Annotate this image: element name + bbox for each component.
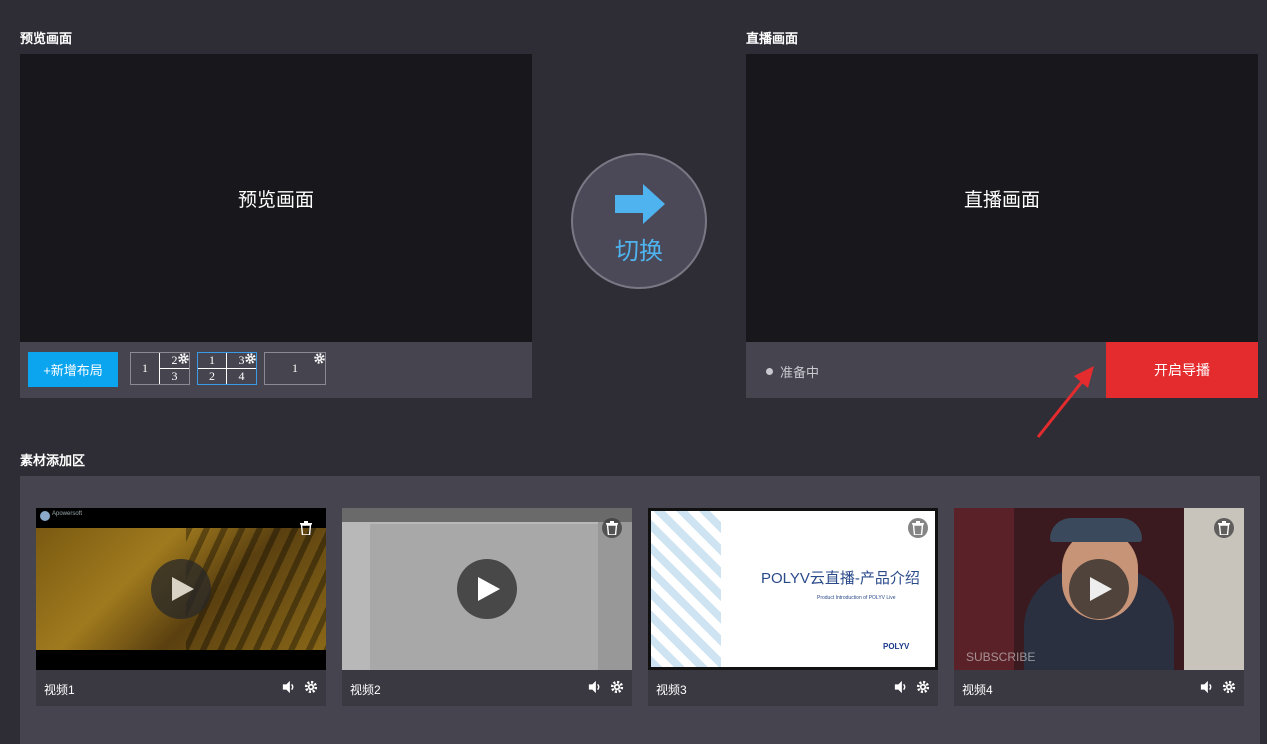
- app-logo-icon: [40, 511, 50, 521]
- annotation-arrow-icon: [1036, 366, 1094, 438]
- delete-button[interactable]: [908, 518, 928, 538]
- thumb-watermark: Apowersoft: [52, 511, 83, 517]
- thumb-brand: POLYV: [883, 642, 910, 651]
- material-thumbnail[interactable]: POLYV云直播-产品介绍 Product Introduction of PO…: [648, 508, 938, 670]
- material-name: 视频1: [44, 683, 75, 697]
- live-status-text: 准备中: [780, 365, 820, 380]
- play-button[interactable]: [151, 559, 211, 619]
- trash-icon: [606, 521, 618, 535]
- trash-icon: [300, 521, 312, 535]
- live-status: 准备中: [766, 362, 819, 381]
- gear-icon[interactable]: [313, 352, 326, 365]
- play-button[interactable]: [1069, 559, 1129, 619]
- delete-button[interactable]: [1214, 518, 1234, 538]
- layout-cell: 2: [198, 369, 227, 384]
- volume-icon[interactable]: [1200, 680, 1214, 694]
- volume-icon[interactable]: [588, 680, 602, 694]
- status-dot-icon: [766, 368, 773, 375]
- gear-icon[interactable]: [177, 352, 190, 365]
- gear-icon[interactable]: [304, 680, 318, 694]
- material-thumbnail[interactable]: [342, 508, 632, 670]
- material-name: 视频4: [962, 683, 993, 697]
- trash-icon: [912, 521, 924, 535]
- material-card-3[interactable]: POLYV云直播-产品介绍 Product Introduction of PO…: [648, 508, 938, 706]
- layout-cell: 1: [131, 353, 160, 384]
- layout-cell: 1: [198, 353, 227, 369]
- material-footer: 视频1: [36, 670, 326, 706]
- gear-icon[interactable]: [244, 352, 257, 365]
- material-footer: 视频4: [954, 670, 1244, 706]
- layout-option-3[interactable]: 1: [264, 352, 326, 385]
- preview-screen-label: 预览画面: [237, 189, 314, 211]
- preview-screen: 预览画面: [20, 54, 532, 342]
- switch-arrow-icon: [615, 184, 665, 224]
- material-card-1[interactable]: Apowersoft 视频1: [36, 508, 326, 706]
- trash-icon: [1218, 521, 1230, 535]
- layout-cell: 3: [171, 369, 178, 383]
- live-screen: 直播画面: [746, 54, 1258, 342]
- material-card-4[interactable]: SUBSCRIBE 视频4: [954, 508, 1244, 706]
- switch-label: 切换: [615, 238, 663, 265]
- live-screen-label: 直播画面: [963, 189, 1040, 211]
- thumb-title: POLYV云直播-产品介绍: [761, 570, 920, 587]
- thumb-watermark: SUBSCRIBE: [966, 650, 1036, 664]
- thumb-subtitle: Product Introduction of POLYV Live: [817, 595, 896, 601]
- layout-option-2[interactable]: 1 3 2 4: [197, 352, 257, 385]
- play-button[interactable]: [457, 559, 517, 619]
- material-footer: 视频3: [648, 670, 938, 706]
- gear-icon[interactable]: [610, 680, 624, 694]
- play-icon: [1090, 577, 1112, 601]
- delete-button[interactable]: [602, 518, 622, 538]
- gear-icon[interactable]: [916, 680, 930, 694]
- volume-icon[interactable]: [894, 680, 908, 694]
- materials-section-title: 素材添加区: [20, 453, 86, 468]
- switch-button[interactable]: 切换: [571, 153, 707, 289]
- play-icon: [478, 577, 500, 601]
- gear-icon[interactable]: [1222, 680, 1236, 694]
- live-toolbar: 准备中 开启导播: [746, 342, 1258, 398]
- preview-toolbar: +新增布局 1 2 3 1 3 2 4 1: [20, 342, 532, 398]
- layout-option-1[interactable]: 1 2 3: [130, 352, 190, 385]
- material-thumbnail[interactable]: Apowersoft: [36, 508, 326, 670]
- start-broadcast-button[interactable]: 开启导播: [1106, 342, 1258, 398]
- material-thumbnail[interactable]: SUBSCRIBE: [954, 508, 1244, 670]
- material-name: 视频3: [656, 683, 687, 697]
- play-icon: [172, 577, 194, 601]
- add-layout-button[interactable]: +新增布局: [28, 352, 118, 387]
- delete-button[interactable]: [296, 518, 316, 538]
- layout-cell: 4: [238, 369, 245, 383]
- material-card-2[interactable]: 视频2: [342, 508, 632, 706]
- live-section-title: 直播画面: [746, 31, 799, 46]
- material-name: 视频2: [350, 683, 381, 697]
- materials-panel: Apowersoft 视频1 视频2 POLYV云直播-产品介绍 Product…: [20, 476, 1260, 744]
- preview-section-title: 预览画面: [20, 31, 73, 46]
- volume-icon[interactable]: [282, 680, 296, 694]
- material-footer: 视频2: [342, 670, 632, 706]
